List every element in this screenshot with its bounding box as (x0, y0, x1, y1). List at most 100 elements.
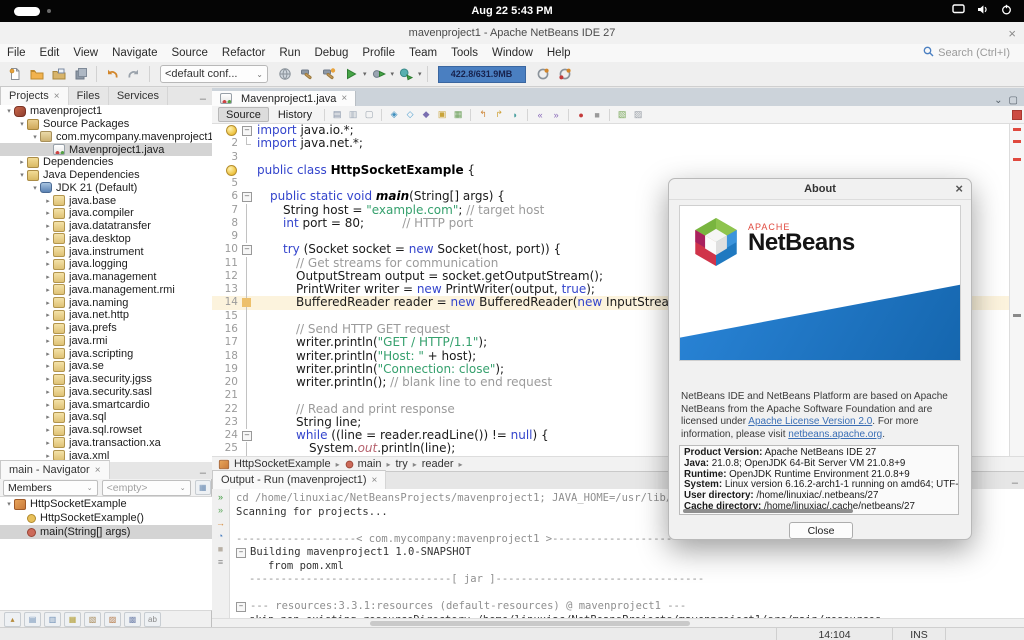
menu-profile[interactable]: Profile (355, 47, 402, 59)
expander-icon[interactable]: ▸ (43, 273, 53, 281)
window-close-button[interactable]: × (1008, 27, 1016, 40)
close-icon[interactable]: × (54, 91, 60, 102)
filter-members-icon[interactable]: ▩ (124, 612, 141, 627)
stop-build-icon[interactable]: → (216, 518, 225, 528)
menu-refactor[interactable]: Refactor (215, 47, 272, 59)
close-icon[interactable]: × (372, 475, 378, 486)
new-project-icon[interactable] (26, 64, 48, 85)
tree-item-mavenproject1[interactable]: ▾mavenproject1 (0, 105, 212, 118)
expander-icon[interactable]: ▸ (43, 311, 53, 319)
tree-item-com-mycompany-mavenproject1[interactable]: ▾com.mycompany.mavenproject1 (0, 131, 212, 144)
undo-icon[interactable] (101, 64, 123, 85)
tree-item-dependencies[interactable]: ▸Dependencies (0, 156, 212, 169)
expander-icon[interactable]: ▸ (43, 350, 53, 358)
maximize-icon[interactable]: ▢ (1009, 95, 1018, 106)
configuration-dropdown[interactable]: <default conf...⌄ (160, 65, 268, 83)
tree-item-java-net-http[interactable]: ▸java.net.http (0, 309, 212, 322)
show-static-icon[interactable]: ▧ (84, 612, 101, 627)
license-link[interactable]: Apache License Version 2.0 (748, 416, 872, 427)
new-file-icon[interactable] (4, 64, 26, 85)
stripe-mark[interactable] (1013, 158, 1021, 161)
fold-collapse-icon[interactable]: − (242, 126, 252, 136)
tab-list-chevron-icon[interactable]: ⌄ (994, 95, 1002, 106)
run-project-icon[interactable] (340, 64, 362, 85)
expander-icon[interactable]: ▾ (17, 120, 27, 128)
expander-icon[interactable]: ▸ (43, 197, 53, 205)
rerun-icon[interactable]: » (218, 492, 223, 502)
expander-icon[interactable]: ▸ (43, 299, 53, 307)
save-all-icon[interactable] (70, 64, 92, 85)
about-close-button[interactable]: Close (789, 522, 853, 539)
tree-item-java-prefs[interactable]: ▸java.prefs (0, 322, 212, 335)
tree-item-jdk-21-default-[interactable]: ▾JDK 21 (Default) (0, 182, 212, 195)
code-line-4[interactable]: public class HttpSocketExample { (212, 164, 1009, 177)
output-options-icon[interactable]: ≡ (218, 557, 223, 567)
expander-icon[interactable]: ▸ (43, 235, 53, 243)
warning-icon[interactable] (226, 165, 237, 176)
error-summary-icon[interactable] (1012, 110, 1022, 120)
error-stripe[interactable] (1009, 124, 1024, 456)
sort-alpha-icon[interactable]: ▴ (4, 612, 21, 627)
expander-icon[interactable]: ▸ (43, 324, 53, 332)
fold-collapse-icon[interactable]: − (236, 548, 246, 558)
minimize-icon[interactable]: – (1012, 477, 1018, 489)
show-non-public-icon[interactable]: ▨ (104, 612, 121, 627)
about-dialog-title-bar[interactable]: About × (669, 179, 971, 200)
menu-help[interactable]: Help (540, 47, 578, 59)
fold-collapse-icon[interactable]: − (242, 431, 252, 441)
tab-output-run[interactable]: Output - Run (mavenproject1) × (212, 470, 386, 489)
toggle-bookmark-icon[interactable]: ◗ (508, 108, 522, 122)
maven-goals-icon[interactable]: ◔ (218, 531, 223, 541)
menu-source[interactable]: Source (164, 47, 214, 59)
tree-item-java-se[interactable]: ▸java.se (0, 360, 212, 373)
menu-tools[interactable]: Tools (444, 47, 485, 59)
stop-macro-icon[interactable]: ■ (590, 108, 604, 122)
about-info-box[interactable]: Product Version: Apache NetBeans IDE 27J… (679, 445, 959, 515)
expander-icon[interactable]: ▸ (43, 260, 53, 268)
expander-icon[interactable]: ▸ (43, 439, 53, 447)
expander-icon[interactable]: ▾ (30, 184, 40, 192)
close-icon[interactable]: × (341, 93, 347, 104)
gc-profile-icon[interactable] (554, 64, 576, 85)
tree-item-main-string-args-[interactable]: main(String[] args) (0, 525, 212, 539)
fold-column[interactable]: − (241, 429, 253, 442)
tree-item-java-sql-rowset[interactable]: ▸java.sql.rowset (0, 424, 212, 437)
menu-view[interactable]: View (66, 47, 105, 59)
expander-icon[interactable]: ▸ (43, 362, 53, 370)
tree-item-java-rmi[interactable]: ▸java.rmi (0, 335, 212, 348)
expander-icon[interactable]: ▸ (43, 452, 53, 460)
fold-collapse-icon[interactable]: − (242, 192, 252, 202)
tree-item-source-packages[interactable]: ▾Source Packages (0, 118, 212, 131)
stripe-mark[interactable] (1013, 140, 1021, 143)
source-view-button[interactable]: Source (218, 107, 269, 122)
navigator-view-select[interactable]: Members⌄ (3, 480, 98, 496)
minimize-icon[interactable]: – (200, 467, 206, 479)
breadcrumb-item-main[interactable]: main (345, 458, 382, 470)
ide-globe-icon[interactable] (274, 64, 296, 85)
fold-column[interactable]: − (241, 124, 253, 137)
expander-icon[interactable]: ▸ (43, 413, 53, 421)
fully-qualified-names-icon[interactable]: ab (144, 612, 161, 627)
debug-project-icon[interactable] (368, 64, 390, 85)
menu-navigate[interactable]: Navigate (105, 47, 164, 59)
tree-item-java-sql[interactable]: ▸java.sql (0, 411, 212, 424)
find-previous-icon[interactable]: ◆ (419, 108, 433, 122)
next-bookmark-icon[interactable]: ↱ (492, 108, 506, 122)
sort-source-icon[interactable]: ▤ (24, 612, 41, 627)
tab-mavenproject1-java[interactable]: Mavenproject1.java × (212, 91, 356, 106)
tab-navigator[interactable]: main - Navigator × (0, 460, 110, 479)
tree-item-mavenproject1-java[interactable]: Mavenproject1.java (0, 143, 212, 156)
tree-item-java-management[interactable]: ▸java.management (0, 271, 212, 284)
minimize-icon[interactable]: – (200, 93, 206, 105)
gc-icon[interactable] (532, 64, 554, 85)
expander-icon[interactable]: ▾ (4, 107, 14, 115)
stripe-mark[interactable] (1013, 128, 1021, 131)
chevron-down-icon[interactable]: ▾ (418, 70, 422, 78)
tree-item-java-security-sasl[interactable]: ▸java.security.sasl (0, 386, 212, 399)
menu-debug[interactable]: Debug (307, 47, 355, 59)
tree-item-java-transaction-xa[interactable]: ▸java.transaction.xa (0, 437, 212, 450)
close-icon[interactable]: × (95, 465, 101, 476)
jump-forward-icon[interactable]: ▢ (362, 108, 376, 122)
shift-right-icon[interactable]: » (549, 108, 563, 122)
tree-item-java-scripting[interactable]: ▸java.scripting (0, 347, 212, 360)
